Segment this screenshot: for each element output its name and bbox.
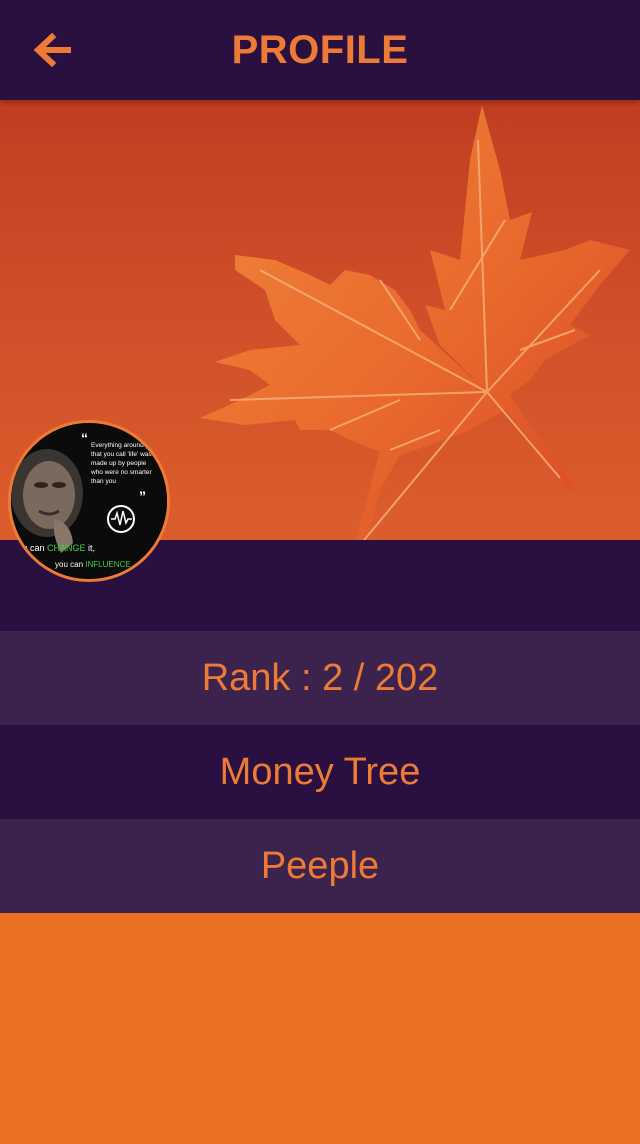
svg-text:you can CHANGE it,: you can CHANGE it, — [13, 543, 95, 553]
svg-text:“: “ — [81, 430, 88, 446]
avatar-line-1-highlight: CHANGE — [47, 543, 86, 553]
svg-text:you can INFLUENCE: you can INFLUENCE — [55, 560, 131, 569]
subtitle-row: Peeple — [0, 819, 640, 913]
avatar-quote-line-5: than you — [91, 478, 116, 485]
avatar[interactable]: “ Everything around you that you call 'l… — [8, 420, 170, 582]
name-row: Money Tree — [0, 725, 640, 819]
svg-text:”: ” — [139, 488, 146, 504]
avatar-quote-line-4: who were no smarter — [90, 469, 153, 476]
avatar-image: “ Everything around you that you call 'l… — [11, 423, 167, 579]
profile-subtitle: Peeple — [260, 844, 380, 887]
profile-screen: PROFILE “ Everything around you that you… — [0, 0, 640, 1144]
rank-text: Rank : 2 / 202 — [201, 656, 439, 699]
avatar-quote-line-2: that you call 'life' was — [91, 451, 152, 458]
avatar-line-2-highlight: INFLUENCE — [85, 560, 130, 569]
avatar-line-2-prefix: you can — [55, 560, 85, 569]
avatar-line-1-suffix: it, — [86, 543, 96, 553]
rank-row: Rank : 2 / 202 — [0, 631, 640, 725]
page-title: PROFILE — [231, 28, 409, 72]
avatar-quote-line-3: made up by people — [91, 460, 147, 467]
top-app-bar: PROFILE — [0, 0, 640, 100]
profile-name: Money Tree — [219, 750, 421, 793]
page-background-fill — [0, 913, 640, 1144]
